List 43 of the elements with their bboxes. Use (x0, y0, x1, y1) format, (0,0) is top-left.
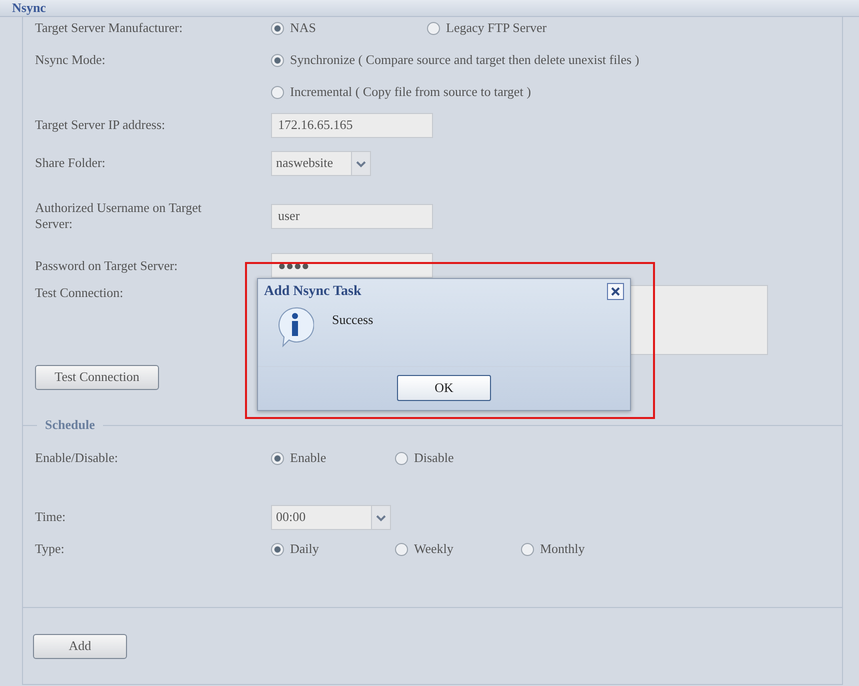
add-button[interactable]: Add (33, 634, 127, 658)
field-label: Target Server Manufacturer: (35, 20, 184, 36)
close-icon (610, 286, 621, 297)
radio-button[interactable] (427, 22, 440, 34)
field-label: Share Folder: (35, 155, 106, 171)
radio-button[interactable] (271, 22, 284, 34)
radio-button[interactable] (271, 542, 284, 556)
radio-button[interactable] (395, 542, 408, 556)
field-label: Nsync Mode: (35, 52, 106, 68)
radio-button[interactable] (271, 452, 284, 464)
caret-icon (371, 506, 390, 528)
caret-icon (351, 152, 370, 174)
radio-label: Incremental ( Copy file from source to target ) (290, 84, 531, 100)
username-field[interactable]: user (271, 204, 433, 228)
dialog-message: Success (332, 311, 374, 329)
radio-label: NAS (290, 20, 316, 36)
radio-label: Synchronize ( Compare source and target then delete unexist files ) (290, 52, 640, 68)
test-connection-button[interactable]: Test Connection (35, 364, 159, 390)
field-label: Type: (35, 541, 66, 557)
dialog-title: Add Nsync Task (264, 284, 362, 300)
field-label: Enable/Disable: (35, 450, 120, 466)
field-label: Authorized Username on Target Server: (35, 200, 202, 232)
radio-label: Daily (290, 541, 319, 557)
radio-label: Enable (290, 450, 326, 466)
radio-button[interactable] (271, 86, 284, 98)
ok-button[interactable]: OK (397, 375, 491, 401)
radio-button[interactable] (395, 452, 408, 464)
info-icon (276, 306, 314, 348)
field-label: Time: (35, 509, 67, 525)
radio-label: Legacy FTP Server (446, 20, 547, 36)
radio-label: Disable (414, 450, 454, 466)
ip-address-field[interactable]: 172.16.65.165 (271, 112, 433, 138)
radio-label: Weekly (414, 541, 454, 557)
radio-label: Monthly (540, 541, 585, 557)
time-dropdown[interactable]: 00:00 (271, 504, 391, 530)
radio-button[interactable] (521, 542, 534, 556)
close-button[interactable] (607, 283, 624, 300)
radio-button[interactable] (271, 54, 284, 66)
panel-title: Nsync (12, 0, 46, 16)
password-field[interactable]: ●●●● (271, 253, 433, 278)
field-label: Password on Target Server: (35, 258, 179, 274)
share-folder-dropdown[interactable]: naswebsite (271, 150, 371, 176)
field-label: Target Server IP address: (35, 117, 166, 133)
